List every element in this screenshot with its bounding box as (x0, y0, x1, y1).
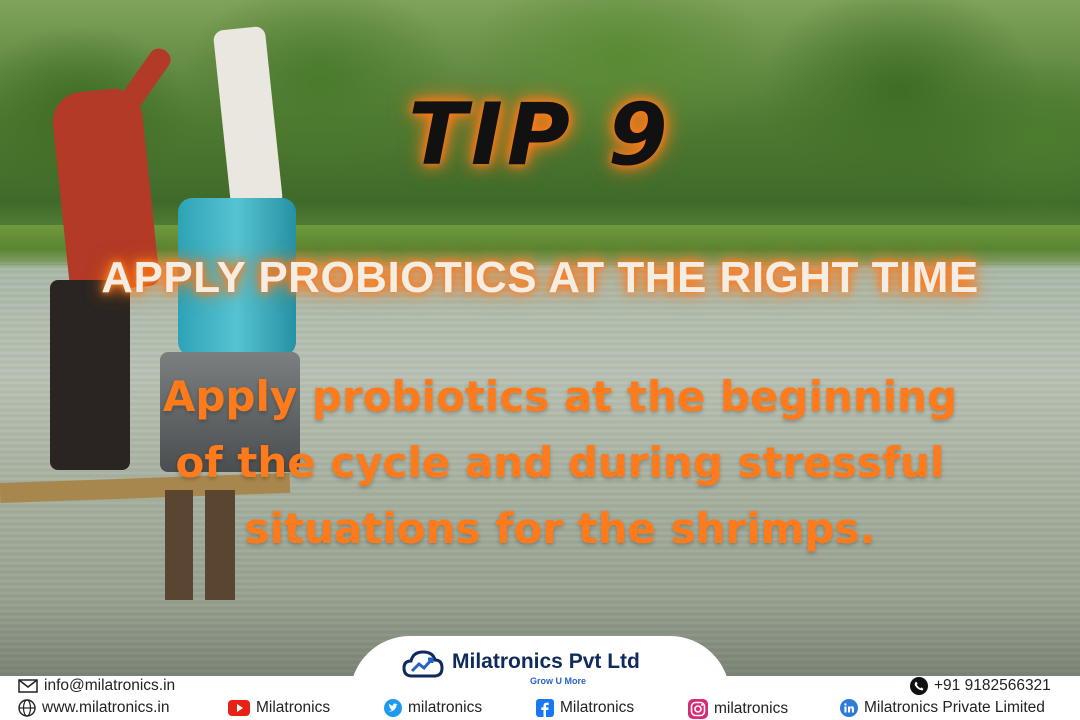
brand-name: Milatronics Pvt Ltd (452, 650, 640, 673)
tip-body: Apply probiotics at the beginning of the… (120, 364, 1000, 562)
facebook-text: Milatronics (560, 699, 635, 716)
linkedin-text: Milatronics Private Limited (864, 699, 1045, 716)
instagram-text: milatronics (714, 700, 789, 717)
twitter-text: milatronics (408, 699, 483, 716)
tip-body-line: situations for the shrimps. (244, 504, 876, 553)
headline: APPLY PROBIOTICS AT THE RIGHT TIME (101, 253, 979, 302)
cloud-chart-logo-icon (402, 650, 444, 678)
facebook-icon (536, 699, 554, 717)
website-link[interactable]: www.milatronics.in (18, 699, 169, 717)
phone-text: +91 9182566321 (934, 677, 1051, 694)
email-contact[interactable]: info@milatronics.in (18, 677, 175, 695)
twitter-link[interactable]: milatronics (384, 699, 482, 717)
tip-body-line: of the cycle and during stressful (175, 438, 945, 487)
linkedin-icon (840, 699, 858, 717)
youtube-icon (228, 700, 250, 716)
linkedin-link[interactable]: Milatronics Private Limited (840, 699, 1045, 717)
instagram-icon (688, 699, 708, 719)
brand-tagline: Grow U More (530, 676, 587, 686)
facebook-link[interactable]: Milatronics (536, 699, 634, 717)
globe-icon (18, 699, 36, 717)
website-text: www.milatronics.in (42, 699, 170, 716)
tip-body-line: Apply probiotics at the beginning (162, 372, 958, 421)
youtube-text: Milatronics (256, 699, 331, 716)
farmer-legs (50, 280, 130, 470)
youtube-link[interactable]: Milatronics (228, 699, 330, 717)
mail-icon (18, 679, 38, 693)
phone-icon (910, 677, 928, 695)
phone-contact[interactable]: +91 9182566321 (910, 677, 1051, 695)
tip-title: TIP 9 (408, 85, 672, 185)
twitter-icon (384, 699, 402, 717)
email-text: info@milatronics.in (44, 677, 176, 694)
instagram-link[interactable]: milatronics (688, 699, 788, 719)
